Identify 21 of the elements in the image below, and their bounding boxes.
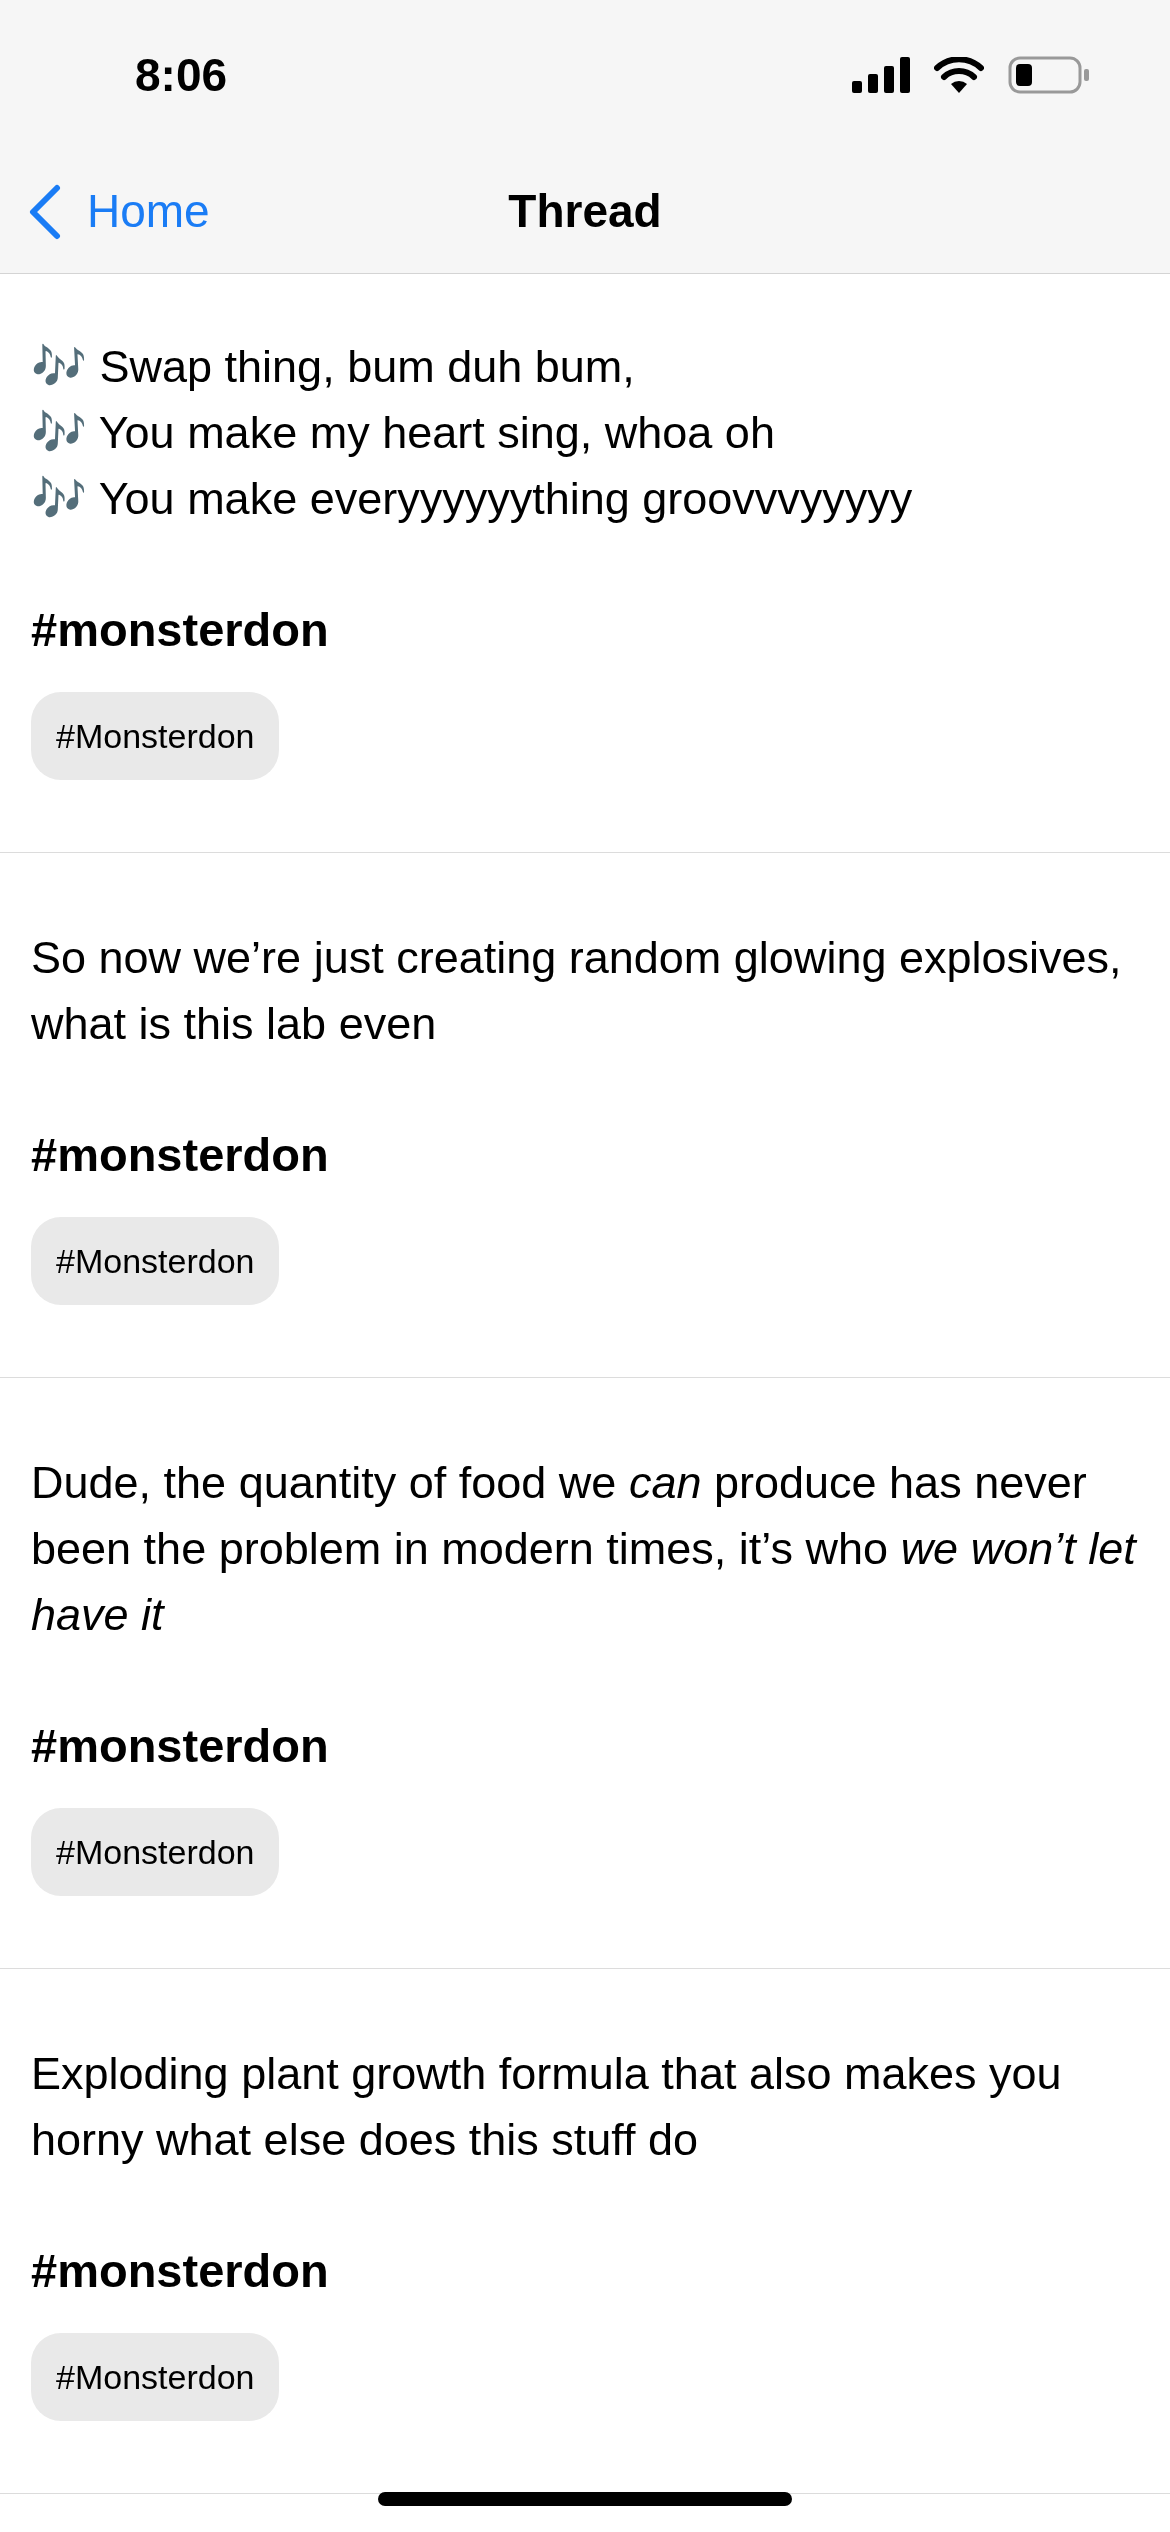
hashtag-heading: #monsterdon [31, 2243, 330, 2299]
chevron-left-icon [27, 183, 61, 240]
hashtag-heading: #monsterdon [31, 1718, 330, 1774]
hashtag-chip[interactable]: #Monsterdon [31, 692, 280, 780]
hashtag-chip[interactable]: #Monsterdon [31, 1217, 280, 1305]
page-title: Thread [508, 184, 662, 239]
signal-icon [852, 57, 910, 93]
hashtag-chip[interactable]: #Monsterdon [31, 1808, 280, 1896]
status-time: 8:06 [135, 47, 228, 103]
post-text: 🎶 You make everyyyyyything groovvvyyyyy [31, 472, 914, 526]
post-text: 🎶 You make my heart sing, whoa oh [31, 406, 776, 460]
back-button[interactable]: Home [0, 177, 210, 246]
post-text: Exploding plant growth formula that also makes you horny what else does this stuff do [31, 2047, 1063, 2167]
hashtag-heading: #monsterdon [31, 1127, 330, 1183]
post-text: Dude, the quantity of food we can produce has never been the problem in modern times, it’s who we won’t let have it [31, 1456, 1139, 1642]
post-text: 🎶 Swap thing, bum duh bum, [31, 340, 636, 394]
battery-icon [1008, 56, 1090, 94]
hashtag-heading: #monsterdon [31, 602, 330, 658]
post-text: So now we’re just creating random glowing explosives, what is this lab even [31, 931, 1123, 1051]
wifi-icon [934, 57, 984, 93]
hashtag-chip[interactable]: #Monsterdon [31, 2333, 280, 2421]
